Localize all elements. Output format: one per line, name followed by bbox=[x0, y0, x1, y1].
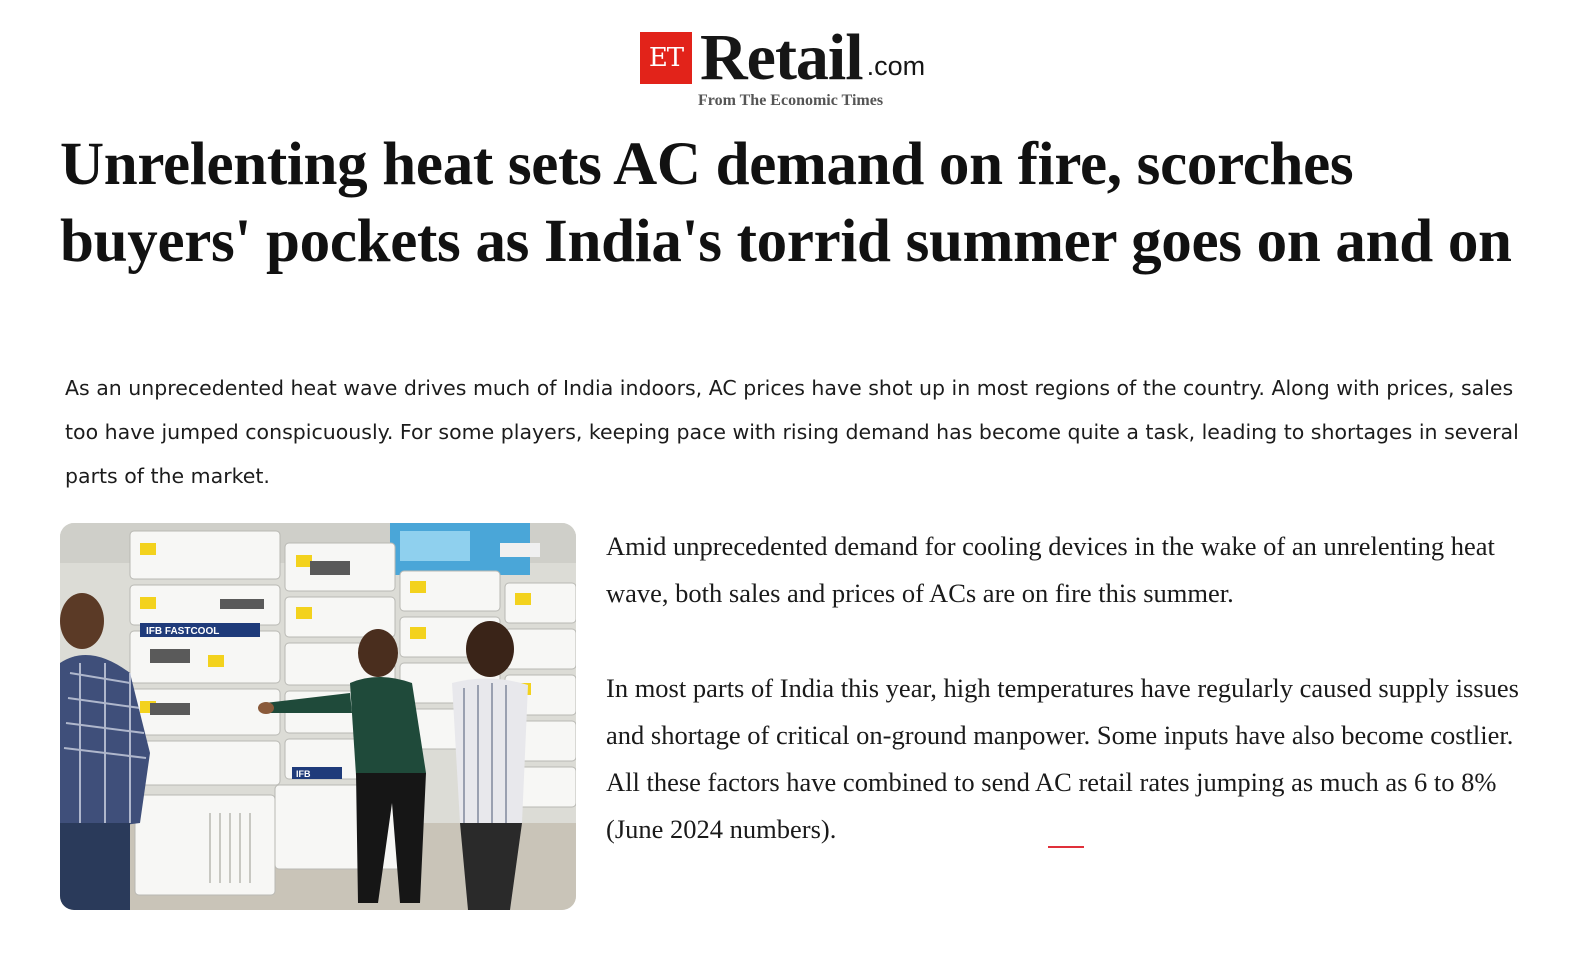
article-synopsis: As an unprecedented heat wave drives muc… bbox=[65, 376, 1519, 488]
logo-domain-suffix: .com bbox=[866, 51, 926, 81]
article-paragraph-2: In most parts of India this year, high t… bbox=[606, 673, 1519, 844]
ifb-fastcool-sign: IFB FASTCOOL bbox=[146, 626, 219, 637]
article-headline: Unrelenting heat sets AC demand on fire,… bbox=[60, 131, 1512, 275]
site-logo[interactable]: ET Retail .com bbox=[640, 21, 926, 94]
ifb-sign-small: IFB bbox=[296, 769, 311, 779]
article-body: Amid unprecedented demand for cooling de… bbox=[606, 523, 1536, 901]
et-logo-mark: ET bbox=[640, 32, 692, 84]
spellcheck-underline bbox=[1048, 846, 1084, 848]
logo-tagline: From The Economic Times bbox=[698, 92, 884, 109]
photo-icon: IFB FASTCOOL IFB bbox=[60, 523, 576, 910]
logo-wordmark: Retail bbox=[700, 21, 864, 94]
article-image[interactable]: IFB FASTCOOL IFB bbox=[60, 523, 576, 910]
article-paragraph-1: Amid unprecedented demand for cooling de… bbox=[606, 531, 1495, 608]
masthead: ET Retail .com From The Economic Times bbox=[0, 20, 1594, 116]
